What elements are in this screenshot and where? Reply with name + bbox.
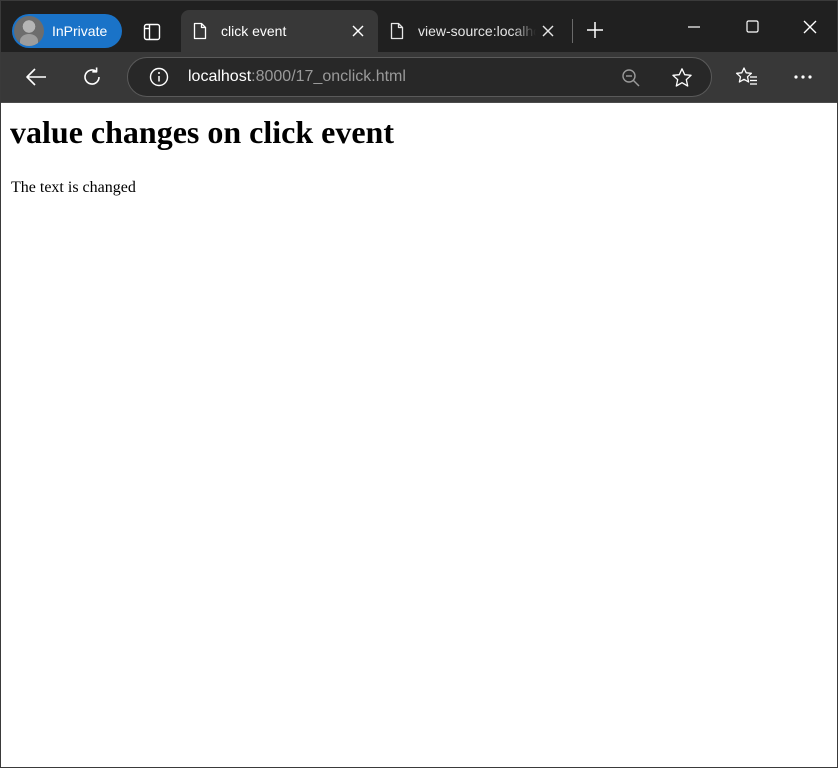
- close-icon: [542, 25, 554, 37]
- page-viewport: value changes on click event The text is…: [1, 103, 837, 767]
- tab-strip: InPrivate click event view-source:localh: [1, 1, 837, 52]
- minimize-button[interactable]: [666, 1, 722, 52]
- page-icon: [192, 22, 208, 40]
- more-icon: [794, 75, 812, 79]
- back-button[interactable]: [20, 61, 52, 93]
- maximize-icon: [745, 20, 759, 33]
- favorites-icon: [735, 67, 757, 85]
- tab-view-source[interactable]: view-source:localhost:8000/17_onclick.ht…: [378, 10, 568, 52]
- back-arrow-icon: [26, 68, 46, 86]
- address-bar[interactable]: localhost:8000/17_onclick.html: [127, 57, 712, 97]
- browser-window: InPrivate click event view-source:localh…: [0, 0, 838, 768]
- navigation-toolbar: localhost:8000/17_onclick.html: [1, 52, 837, 103]
- zoom-out-icon: [622, 69, 640, 87]
- page-paragraph: The text is changed: [11, 179, 136, 196]
- favorites-button[interactable]: [731, 61, 763, 93]
- tab-divider: [572, 19, 573, 43]
- close-icon: [803, 20, 817, 33]
- plus-icon: [587, 22, 603, 38]
- page-heading: value changes on click event: [10, 114, 394, 150]
- tab-title: click event: [221, 23, 287, 39]
- inprivate-button[interactable]: InPrivate: [12, 14, 122, 48]
- close-tab-button[interactable]: [536, 19, 560, 43]
- page-icon: [389, 22, 405, 40]
- add-favorite-button[interactable]: [669, 65, 695, 91]
- tab-actions-button[interactable]: [138, 18, 166, 46]
- star-icon: [672, 68, 692, 87]
- minimize-icon: [688, 25, 700, 28]
- refresh-button[interactable]: [76, 61, 108, 93]
- zoom-button[interactable]: [619, 66, 643, 90]
- url-host: localhost: [188, 68, 252, 85]
- avatar-icon: [14, 16, 44, 46]
- refresh-icon: [84, 67, 100, 85]
- maximize-button[interactable]: [724, 1, 780, 52]
- tab-title: view-source:localhost:8000/17_onclick.ht…: [418, 23, 536, 39]
- inprivate-label: InPrivate: [52, 23, 108, 39]
- tab-click-event[interactable]: click event: [181, 10, 378, 52]
- new-tab-button[interactable]: [583, 18, 607, 42]
- tab-actions-icon: [143, 23, 161, 41]
- site-info-button[interactable]: [148, 66, 170, 88]
- info-icon: [149, 67, 169, 87]
- url-text[interactable]: localhost:8000/17_onclick.html: [188, 68, 406, 86]
- url-path: :8000/17_onclick.html: [251, 68, 406, 85]
- window-close-button[interactable]: [782, 1, 837, 52]
- close-tab-button[interactable]: [346, 19, 370, 43]
- more-options-button[interactable]: [787, 61, 819, 93]
- close-icon: [352, 25, 364, 37]
